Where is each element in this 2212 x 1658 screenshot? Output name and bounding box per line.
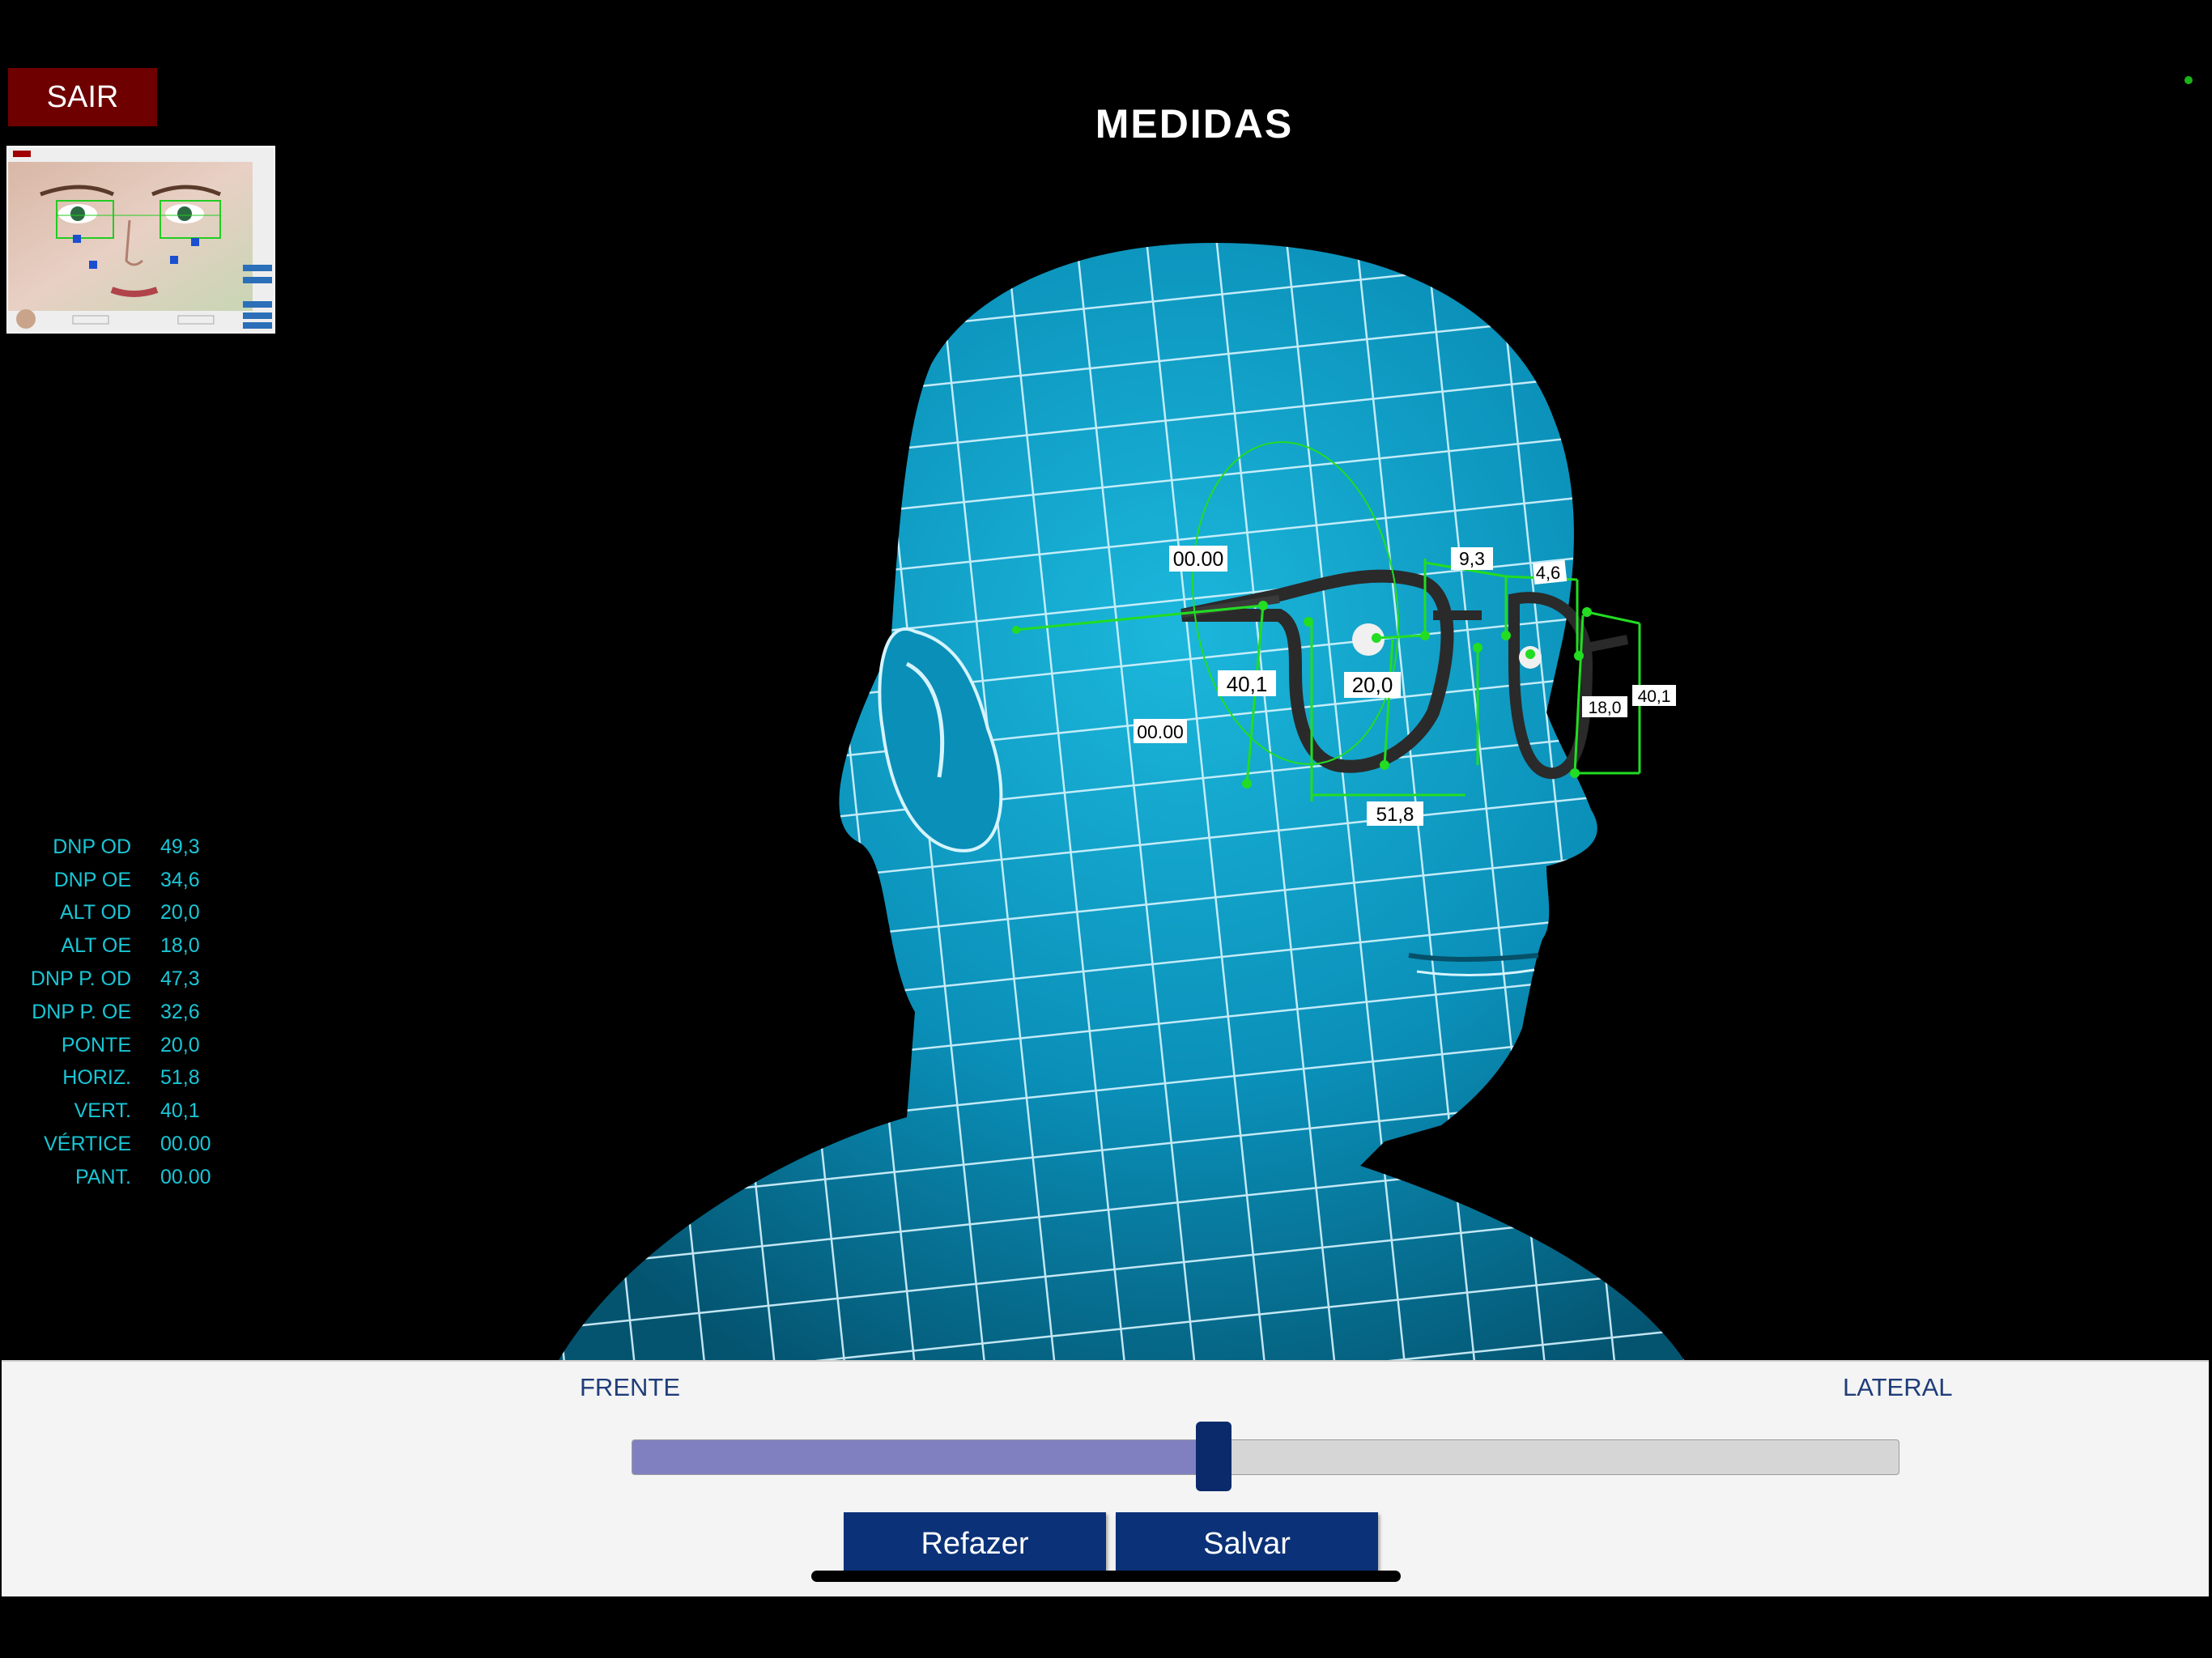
label-side-vert: 40,1 — [1638, 687, 1671, 706]
redo-button[interactable]: Refazer — [844, 1512, 1106, 1575]
measurement-label: DNP OD — [53, 835, 131, 858]
measurement-row: DNP P. OE 32,6 — [16, 996, 227, 1029]
measurement-row: DNP OE 34,6 — [16, 864, 227, 897]
frente-label: FRENTE — [580, 1373, 680, 1401]
measurement-label: ALT OD — [60, 901, 131, 925]
measurement-label: PANT. — [75, 1165, 131, 1188]
slider-fill — [632, 1440, 1215, 1474]
label-pant: 00.00 — [1137, 721, 1184, 742]
home-indicator — [811, 1571, 1401, 1582]
measurement-label: DNP P. OD — [30, 967, 131, 991]
measurement-value: 20,0 — [160, 901, 200, 925]
measurement-value: 00.00 — [160, 1133, 211, 1156]
measurement-label: HORIZ. — [62, 1066, 131, 1090]
measurement-label: VERT. — [74, 1099, 131, 1123]
slider-thumb[interactable] — [1196, 1422, 1232, 1491]
measurement-value: 34,6 — [160, 868, 200, 891]
measurement-row: ALT OE 18,0 — [16, 929, 227, 963]
measurement-value: 32,6 — [160, 1000, 200, 1023]
head-model — [559, 243, 1684, 1360]
measurement-value: 47,3 — [160, 967, 200, 991]
measurement-row: HORIZ. 51,8 — [16, 1062, 227, 1095]
label-side-alt: 18,0 — [1589, 699, 1622, 717]
label-vertex: 00.00 — [1173, 548, 1224, 571]
label-vert: 40,1 — [1227, 672, 1268, 696]
save-button[interactable]: Salvar — [1116, 1512, 1378, 1575]
measurement-row: PANT. 00.00 — [16, 1161, 227, 1194]
measurement-value: 40,1 — [160, 1099, 200, 1123]
head-3d-viewport[interactable]: 00.00 00.00 40,1 20,0 51,8 9,3 4,6 18,0 … — [0, 0, 2212, 1360]
measurement-value: 20,0 — [160, 1033, 200, 1056]
label-alt: 20,0 — [1352, 673, 1393, 697]
measurement-value: 00.00 — [160, 1165, 211, 1188]
measurement-label: ALT OE — [61, 934, 131, 958]
measurement-label: DNP OE — [53, 868, 131, 891]
label-temple-b: 4,6 — [1536, 563, 1561, 583]
label-temple-a: 9,3 — [1459, 548, 1485, 569]
view-angle-slider[interactable] — [632, 1439, 1899, 1475]
measurement-row: DNP OD 49,3 — [16, 831, 227, 864]
lateral-label: LATERAL — [1843, 1373, 1953, 1401]
measurement-row: PONTE 20,0 — [16, 1029, 227, 1062]
measurement-row: VERT. 40,1 — [16, 1095, 227, 1128]
measurements-list: DNP OD 49,3 DNP OE 34,6 ALT OD 20,0 ALT OE 18,0… — [16, 831, 227, 1194]
measurement-label: VÉRTICE — [44, 1133, 131, 1156]
measurement-row: DNP P. OD 47,3 — [16, 963, 227, 996]
measurement-value: 49,3 — [160, 835, 200, 858]
measurement-row: VÉRTICE 00.00 — [16, 1128, 227, 1161]
measurement-row: ALT OD 20,0 — [16, 897, 227, 930]
measurement-value: 18,0 — [160, 934, 200, 958]
measurement-label: DNP P. OE — [32, 1000, 131, 1023]
measurement-value: 51,8 — [160, 1066, 200, 1090]
label-horiz: 51,8 — [1376, 804, 1414, 826]
measurement-label: PONTE — [61, 1033, 131, 1056]
